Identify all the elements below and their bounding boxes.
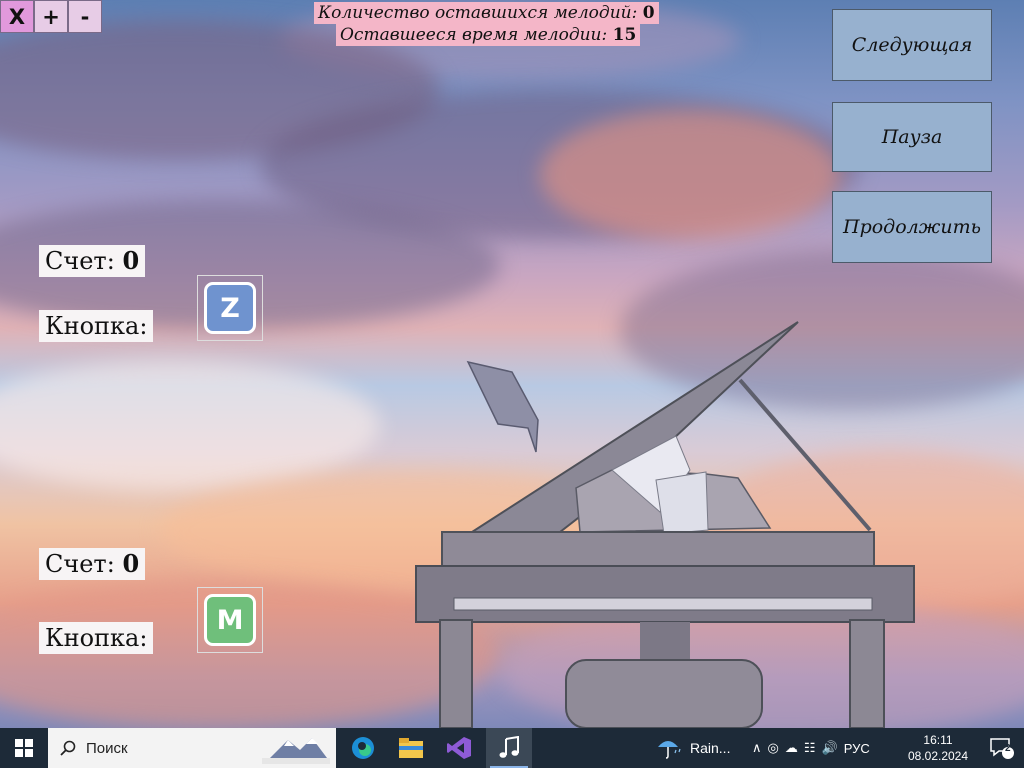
- volume-icon[interactable]: 🔊: [822, 740, 838, 756]
- remaining-melodies-label: Количество оставшихся мелодий:: [318, 3, 638, 23]
- search-placeholder: Поиск: [86, 739, 128, 757]
- file-explorer-icon: [399, 738, 423, 758]
- search-icon: [60, 740, 76, 756]
- search-highlight-image: [258, 732, 334, 766]
- clock-time: 16:11: [923, 733, 953, 747]
- player2-score-value: 0: [122, 549, 140, 578]
- player1-key-icon: Z: [197, 275, 263, 341]
- taskbar-file-explorer[interactable]: [388, 728, 434, 768]
- remaining-time-value: 15: [612, 25, 637, 45]
- remaining-melodies-status: Количество оставшихся мелодий: 0: [314, 2, 659, 24]
- taskbar: Поиск Rain... ∧ ◎ ☁ ☷ 🔊 РУС 16:11 08.02.…: [0, 728, 1024, 768]
- network-icon[interactable]: ☷: [804, 740, 816, 756]
- remaining-time-label: Оставшееся время мелодии:: [340, 25, 608, 45]
- zoom-in-button[interactable]: +: [34, 0, 68, 33]
- player2-key-icon: M: [197, 587, 263, 653]
- onedrive-cloud-icon[interactable]: ☁: [785, 740, 798, 756]
- close-button[interactable]: X: [0, 0, 34, 33]
- m-key-icon: M: [204, 594, 256, 646]
- system-tray: ∧ ◎ ☁ ☷ 🔊 РУС: [752, 728, 870, 768]
- taskbar-edge[interactable]: [340, 728, 386, 768]
- chevron-up-icon[interactable]: ∧: [752, 740, 762, 756]
- start-button[interactable]: [0, 728, 48, 768]
- taskbar-visual-studio[interactable]: [436, 728, 482, 768]
- notification-icon: [990, 738, 1014, 759]
- taskbar-music-app[interactable]: [486, 728, 532, 768]
- z-key-icon: Z: [204, 282, 256, 334]
- notification-center[interactable]: 2: [980, 728, 1024, 768]
- notification-count: 2: [1005, 743, 1011, 754]
- edge-icon: [352, 737, 374, 759]
- player2-score: Счет: 0: [39, 548, 146, 580]
- umbrella-rain-icon: [658, 741, 681, 759]
- remaining-melodies-value: 0: [642, 3, 655, 23]
- remaining-time-status: Оставшееся время мелодии: 15: [336, 24, 641, 46]
- weather-text: Rain...: [690, 740, 731, 756]
- windows-logo-icon: [15, 739, 33, 757]
- clock-date: 08.02.2024: [907, 749, 969, 763]
- weather-widget[interactable]: Rain...: [656, 728, 730, 768]
- next-button[interactable]: Следующая: [832, 9, 992, 81]
- player1-score-label: Счет:: [45, 247, 115, 275]
- player1-score: Счет: 0: [39, 245, 146, 277]
- visual-studio-icon: [447, 737, 471, 759]
- window-controls: X + -: [0, 0, 102, 34]
- search-box[interactable]: Поиск: [48, 728, 336, 768]
- language-indicator[interactable]: РУС: [844, 741, 870, 756]
- player1-score-value: 0: [122, 246, 140, 275]
- player2-key-label: Кнопка:: [39, 622, 154, 654]
- pause-button[interactable]: Пауза: [832, 102, 992, 172]
- music-note-icon: [499, 736, 519, 758]
- clock[interactable]: 16:11 08.02.2024: [903, 732, 973, 764]
- resume-button[interactable]: Продолжить: [832, 191, 992, 263]
- meet-now-icon[interactable]: ◎: [768, 740, 779, 756]
- player2-score-label: Счет:: [45, 550, 115, 578]
- player1-key-label: Кнопка:: [39, 310, 154, 342]
- zoom-out-button[interactable]: -: [68, 0, 102, 33]
